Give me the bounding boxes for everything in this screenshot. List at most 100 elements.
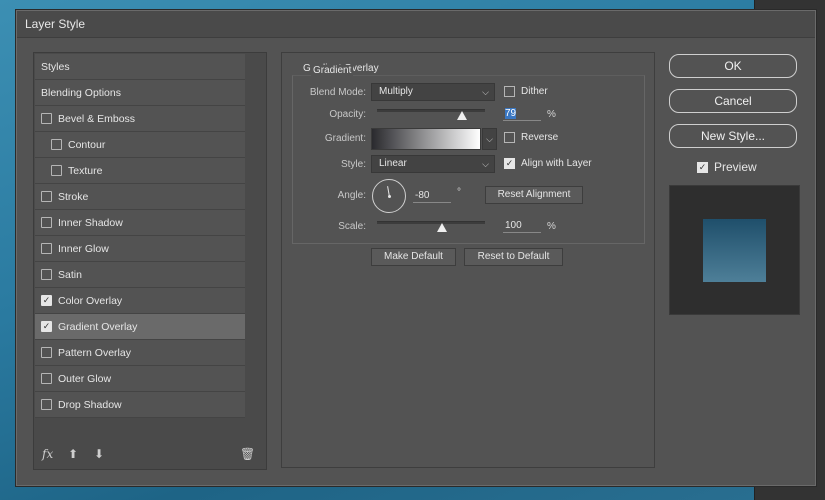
style-checkbox[interactable] bbox=[41, 113, 52, 124]
opacity-label: Opacity: bbox=[329, 109, 366, 120]
opacity-unit: % bbox=[547, 109, 556, 120]
style-item-label: Drop Shadow bbox=[58, 398, 122, 411]
scale-label: Scale: bbox=[338, 221, 366, 232]
layer-style-dialog: Layer Style Styles Blending Options Bevel … bbox=[16, 10, 816, 486]
preview-swatch bbox=[703, 219, 766, 282]
new-style-button[interactable]: New Style... bbox=[669, 124, 797, 148]
make-default-button[interactable]: Make Default bbox=[371, 248, 456, 266]
cancel-button[interactable]: Cancel bbox=[669, 89, 797, 113]
group-title: Gradient bbox=[311, 65, 354, 76]
degree-symbol: ° bbox=[457, 187, 461, 198]
styles-scrollbar[interactable] bbox=[248, 54, 264, 442]
angle-center-dot bbox=[388, 195, 391, 198]
reset-to-default-button[interactable]: Reset to Default bbox=[464, 248, 563, 266]
reverse-checkbox-box[interactable] bbox=[504, 132, 515, 143]
style-item-label: Inner Glow bbox=[58, 242, 109, 255]
reverse-label: Reverse bbox=[521, 132, 559, 143]
fx-icon[interactable]: fx bbox=[42, 447, 53, 461]
style-item-label: Pattern Overlay bbox=[58, 346, 131, 359]
scale-input[interactable]: 100 bbox=[503, 219, 541, 233]
style-item-label: Color Overlay bbox=[58, 294, 123, 307]
scale-unit: % bbox=[547, 221, 556, 232]
style-item-color-overlay[interactable]: Color Overlay+ bbox=[35, 288, 263, 314]
trash-icon[interactable]: 🗑 bbox=[240, 447, 255, 461]
opacity-value: 79 bbox=[505, 108, 517, 119]
style-item-drop-shadow[interactable]: Drop Shadow+ bbox=[35, 392, 263, 418]
style-item-label: Inner Shadow bbox=[58, 216, 123, 229]
align-checkbox-box[interactable] bbox=[504, 158, 515, 169]
style-item-stroke[interactable]: Stroke+ bbox=[35, 184, 263, 210]
styles-bottom-toolbar: fx ⬆ ⬇ 🗑 bbox=[42, 447, 262, 463]
style-item-label: Gradient Overlay bbox=[58, 320, 138, 333]
style-item-label: Outer Glow bbox=[58, 372, 112, 385]
style-item-gradient-overlay[interactable]: Gradient Overlay+ bbox=[35, 314, 263, 340]
style-item-pattern-overlay[interactable]: Pattern Overlay bbox=[35, 340, 245, 366]
style-item-label: Satin bbox=[58, 268, 82, 281]
style-item-inner-shadow[interactable]: Inner Shadow+ bbox=[35, 210, 263, 236]
style-item-bevel-emboss[interactable]: Bevel & Emboss bbox=[35, 106, 245, 132]
angle-label: Angle: bbox=[337, 190, 366, 201]
style-checkbox[interactable] bbox=[51, 139, 62, 150]
styles-list: Styles Blending Options Bevel & Emboss Cont… bbox=[35, 54, 263, 418]
preview-checkbox-box[interactable] bbox=[697, 161, 708, 173]
angle-dial[interactable] bbox=[372, 179, 406, 213]
style-select[interactable]: Linear ⌵ bbox=[371, 155, 495, 173]
style-checkbox[interactable] bbox=[41, 295, 52, 306]
style-checkbox[interactable] bbox=[41, 191, 52, 202]
scale-value: 100 bbox=[505, 220, 522, 231]
style-value: Linear bbox=[379, 158, 407, 169]
style-item-satin[interactable]: Satin bbox=[35, 262, 245, 288]
preview-label: Preview bbox=[714, 160, 757, 174]
style-checkbox[interactable] bbox=[41, 321, 52, 332]
style-item-inner-glow[interactable]: Inner Glow bbox=[35, 236, 245, 262]
style-label: Style: bbox=[340, 159, 366, 170]
chevron-down-icon: ⌵ bbox=[482, 159, 489, 169]
style-item-label: Texture bbox=[68, 164, 103, 177]
blend-mode-select[interactable]: Multiply ⌵ bbox=[371, 83, 495, 101]
dither-label: Dither bbox=[521, 86, 548, 97]
align-with-layer-checkbox[interactable]: Align with Layer bbox=[504, 158, 592, 169]
style-checkbox[interactable] bbox=[41, 347, 52, 358]
style-item-label: Contour bbox=[68, 138, 106, 151]
style-checkbox[interactable] bbox=[41, 243, 52, 254]
scale-slider-thumb[interactable] bbox=[436, 223, 447, 232]
angle-value: -80 bbox=[415, 190, 430, 201]
opacity-input[interactable]: 79 bbox=[503, 107, 541, 121]
preview-checkbox[interactable]: Preview bbox=[697, 160, 757, 174]
blend-mode-value: Multiply bbox=[379, 86, 413, 97]
gradient-picker-chevron-icon[interactable]: ⌵ bbox=[482, 128, 497, 150]
dialog-titlebar: Layer Style bbox=[17, 11, 815, 38]
style-checkbox[interactable] bbox=[41, 269, 52, 280]
dither-checkbox-box[interactable] bbox=[504, 86, 515, 97]
style-checkbox[interactable] bbox=[41, 373, 52, 384]
styles-panel: Styles Blending Options Bevel & Emboss Cont… bbox=[33, 52, 267, 470]
dither-checkbox[interactable]: Dither bbox=[504, 86, 548, 97]
blend-mode-label: Blend Mode: bbox=[309, 87, 366, 98]
move-up-icon[interactable]: ⬆ bbox=[68, 447, 78, 461]
style-item-label: Styles bbox=[41, 60, 70, 73]
ok-button[interactable]: OK bbox=[669, 54, 797, 78]
gradient-swatch[interactable] bbox=[371, 128, 481, 150]
scale-slider-track[interactable] bbox=[377, 221, 485, 224]
opacity-slider-track[interactable] bbox=[377, 109, 485, 112]
reverse-checkbox[interactable]: Reverse bbox=[504, 132, 558, 143]
angle-input[interactable]: -80 bbox=[413, 189, 451, 203]
style-item-styles[interactable]: Styles bbox=[35, 54, 245, 80]
chevron-down-icon: ⌵ bbox=[482, 87, 489, 97]
opacity-slider-thumb[interactable] bbox=[457, 111, 468, 120]
style-item-label: Bevel & Emboss bbox=[58, 112, 136, 125]
style-checkbox[interactable] bbox=[41, 399, 52, 410]
preview-area bbox=[669, 185, 800, 315]
dialog-title: Layer Style bbox=[25, 17, 86, 31]
gradient-label: Gradient: bbox=[324, 133, 366, 144]
reset-alignment-button[interactable]: Reset Alignment bbox=[485, 186, 583, 204]
style-checkbox[interactable] bbox=[51, 165, 62, 176]
move-down-icon[interactable]: ⬇ bbox=[94, 447, 104, 461]
style-checkbox[interactable] bbox=[41, 217, 52, 228]
style-item-outer-glow[interactable]: Outer Glow bbox=[35, 366, 245, 392]
style-item-contour[interactable]: Contour bbox=[35, 132, 245, 158]
style-item-label: Blending Options bbox=[41, 86, 121, 99]
align-label: Align with Layer bbox=[521, 158, 592, 169]
style-item-texture[interactable]: Texture bbox=[35, 158, 245, 184]
style-item-blending-options[interactable]: Blending Options bbox=[35, 80, 245, 106]
